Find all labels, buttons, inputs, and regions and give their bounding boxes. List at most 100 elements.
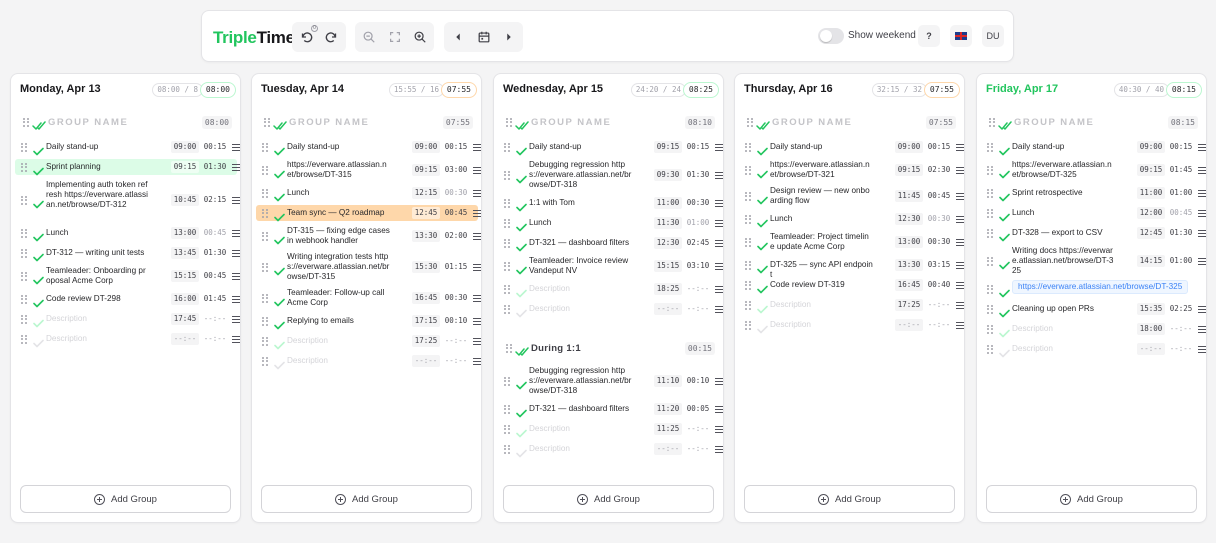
entry-start-time-input[interactable]: --:-- (654, 303, 682, 315)
check-icon[interactable] (999, 229, 1010, 242)
entry-description-input[interactable]: Description (1012, 324, 1115, 334)
entry-description-input[interactable]: Teamleader: Project timeline update Acme… (770, 232, 873, 252)
time-entry-row[interactable]: Daily stand-up 09:00 00:15 (739, 139, 964, 156)
check-icon[interactable] (33, 143, 44, 156)
time-entry-row[interactable]: Sprint planning 09:15 01:30 (15, 159, 240, 176)
time-entry-row[interactable]: Description 11:25 --:-- (498, 421, 723, 438)
group-name-input[interactable]: GROUP NAME (772, 117, 852, 128)
entry-start-time-input[interactable]: --:-- (171, 333, 199, 345)
entry-start-time-input[interactable]: 13:00 (171, 227, 199, 239)
group-drag-handle-icon[interactable] (23, 118, 29, 127)
entry-description-input[interactable]: Daily stand-up (529, 142, 632, 152)
entry-start-time-input[interactable]: 12:30 (895, 213, 923, 225)
check-icon[interactable] (33, 295, 44, 308)
check-icon[interactable] (516, 285, 527, 298)
entry-start-time-input[interactable]: 13:00 (895, 236, 923, 248)
check-icon[interactable] (516, 199, 527, 212)
row-menu-icon[interactable] (715, 220, 723, 227)
entry-description-input[interactable]: Writing docs https://everware.atlassian.… (1012, 246, 1115, 276)
entry-start-time-input[interactable]: 12:15 (412, 187, 440, 199)
row-menu-icon[interactable] (232, 230, 240, 237)
show-weekend-toggle[interactable] (818, 28, 844, 44)
check-icon[interactable] (516, 445, 527, 458)
entry-description-input[interactable]: Lunch (529, 218, 632, 228)
time-entry-row[interactable]: Teamleader: Onboarding proposal Acme Cor… (15, 265, 240, 287)
time-entry-row[interactable]: Daily stand-up 09:00 00:15 (981, 139, 1206, 156)
entry-start-time-input[interactable]: 17:15 (412, 315, 440, 327)
check-icon[interactable] (516, 262, 527, 275)
row-menu-icon[interactable] (232, 197, 240, 204)
row-drag-handle-icon[interactable] (745, 192, 751, 201)
add-group-button[interactable]: Add Group (261, 485, 472, 513)
row-menu-icon[interactable] (473, 318, 481, 325)
entry-description-input[interactable]: Lunch (770, 214, 873, 224)
entry-start-time-input[interactable]: --:-- (654, 443, 682, 455)
row-drag-handle-icon[interactable] (262, 317, 268, 326)
entry-description-input[interactable]: Sprint retrospective (1012, 188, 1115, 198)
check-icon[interactable] (516, 143, 527, 156)
entry-description-input[interactable]: Daily stand-up (770, 142, 873, 152)
check-icon[interactable] (757, 281, 768, 294)
entry-description-input[interactable]: DT-312 — writing unit tests (46, 248, 149, 258)
check-icon[interactable] (757, 238, 768, 251)
time-entry-row[interactable]: Daily stand-up 09:00 00:15 (15, 139, 240, 156)
row-drag-handle-icon[interactable] (504, 171, 510, 180)
entry-description-input[interactable]: Implementing auth token refresh https://… (46, 180, 149, 210)
row-menu-icon[interactable] (473, 358, 481, 365)
entry-description-input[interactable]: Debugging regression https://everware.at… (529, 366, 632, 396)
row-drag-handle-icon[interactable] (745, 238, 751, 247)
time-entry-row[interactable]: Team sync — Q2 roadmap 12:45 00:45 (256, 205, 481, 222)
time-entry-row[interactable]: Code review DT-319 16:45 00:40 (739, 277, 964, 294)
row-menu-icon[interactable] (715, 378, 723, 385)
row-menu-icon[interactable] (715, 263, 723, 270)
entry-start-time-input[interactable]: 15:30 (412, 261, 440, 273)
row-menu-icon[interactable] (715, 200, 723, 207)
check-icon[interactable] (999, 189, 1010, 202)
check-icon[interactable] (516, 219, 527, 232)
row-drag-handle-icon[interactable] (262, 143, 268, 152)
entry-start-time-input[interactable]: 17:25 (412, 335, 440, 347)
group-drag-handle-icon[interactable] (747, 118, 753, 127)
entry-start-time-input[interactable]: 09:30 (654, 169, 682, 181)
row-menu-icon[interactable] (473, 144, 481, 151)
entry-description-input[interactable]: Sprint planning (46, 162, 149, 172)
entry-start-time-input[interactable]: 12:45 (412, 207, 440, 219)
check-icon[interactable] (757, 143, 768, 156)
help-button[interactable]: ? (918, 25, 940, 47)
time-entry-row[interactable]: Teamleader: Follow-up call Acme Corp 16:4… (256, 287, 481, 309)
row-drag-handle-icon[interactable] (504, 445, 510, 454)
row-drag-handle-icon[interactable] (21, 295, 27, 304)
check-icon[interactable] (999, 325, 1010, 338)
row-drag-handle-icon[interactable] (504, 262, 510, 271)
check-icon[interactable] (516, 171, 527, 184)
entry-start-time-input[interactable]: 11:00 (654, 197, 682, 209)
time-entry-row[interactable]: Design review — new onboarding flow 11:45… (739, 185, 964, 207)
entry-start-time-input[interactable]: 18:25 (654, 283, 682, 295)
entry-start-time-input[interactable]: 15:15 (171, 270, 199, 282)
check-icon[interactable] (274, 232, 285, 245)
add-group-button[interactable]: Add Group (986, 485, 1197, 513)
check-icon[interactable] (757, 301, 768, 314)
check-icon[interactable] (274, 294, 285, 307)
time-entry-row[interactable]: Description --:-- --:-- (981, 341, 1206, 358)
row-menu-icon[interactable] (715, 446, 723, 453)
entry-start-time-input[interactable]: 13:30 (895, 259, 923, 271)
check-icon[interactable] (757, 166, 768, 179)
time-entry-row[interactable]: Teamleader: Invoice review Vandeput NV 15… (498, 255, 723, 277)
entry-start-time-input[interactable]: 18:00 (1137, 323, 1165, 335)
row-drag-handle-icon[interactable] (987, 257, 993, 266)
row-drag-handle-icon[interactable] (262, 294, 268, 303)
row-drag-handle-icon[interactable] (745, 166, 751, 175)
entry-start-time-input[interactable]: --:-- (412, 355, 440, 367)
time-entry-row[interactable]: Description --:-- --:-- (739, 317, 964, 334)
row-drag-handle-icon[interactable] (504, 143, 510, 152)
time-entry-row[interactable]: Description 17:25 --:-- (256, 333, 481, 350)
row-menu-icon[interactable] (956, 262, 964, 269)
time-entry-row[interactable]: DT-325 — sync API endpoint 13:30 03:15 (739, 257, 964, 279)
check-icon[interactable] (274, 357, 285, 370)
row-drag-handle-icon[interactable] (987, 285, 993, 294)
entry-start-time-input[interactable]: 11:25 (654, 423, 682, 435)
row-drag-handle-icon[interactable] (21, 249, 27, 258)
entry-description-input[interactable]: DT-315 — fixing edge cases in webhook ha… (287, 226, 390, 246)
row-menu-icon[interactable] (715, 306, 723, 313)
